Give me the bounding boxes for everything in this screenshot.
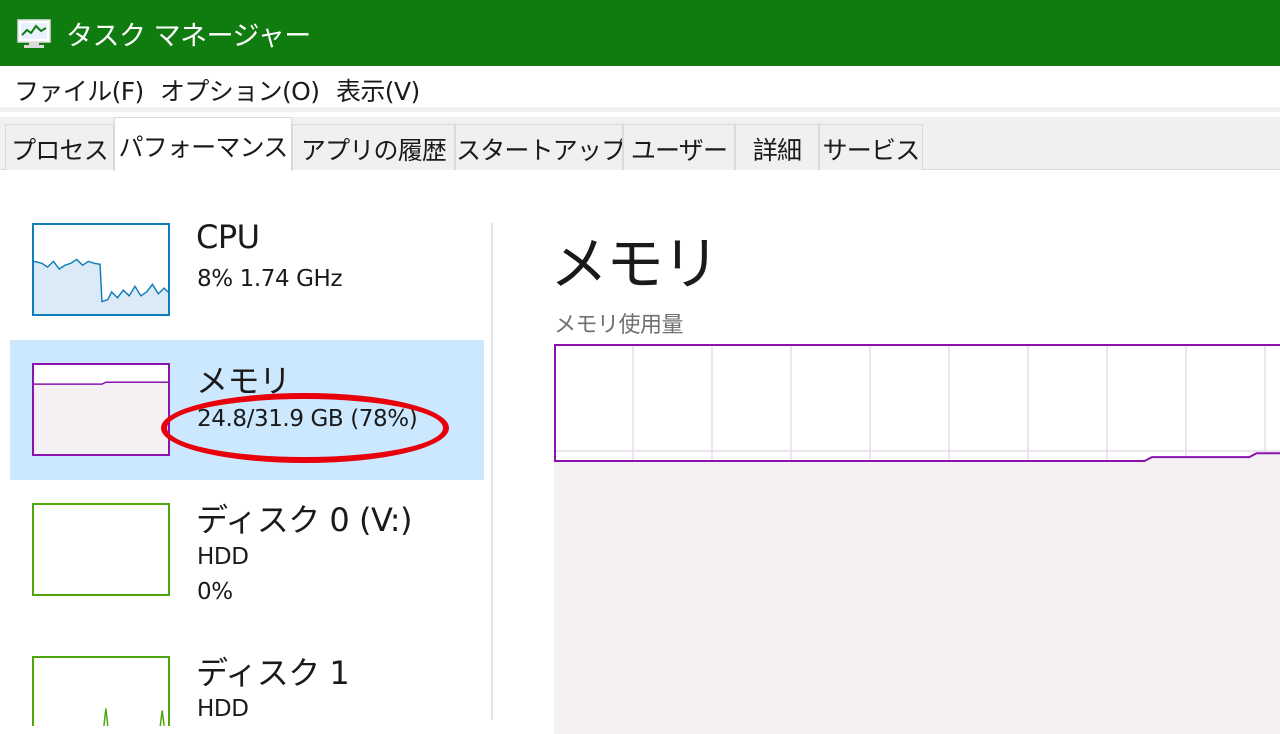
tab-performance[interactable]: パフォーマンス: [114, 117, 292, 171]
memory-usage-area: [554, 453, 1280, 734]
sidebar-item-cpu[interactable]: CPU 8% 1.74 GHz: [10, 204, 484, 344]
memory-usage-graph: [554, 344, 1280, 734]
memory-usage-caption: メモリ使用量: [554, 313, 684, 338]
disk-0-type: HDD: [197, 544, 249, 570]
window-title: タスク マネージャー: [66, 21, 311, 52]
cpu-usage-text: 8% 1.74 GHz: [197, 266, 343, 292]
menu-file[interactable]: ファイル(F): [14, 72, 144, 108]
menu-bar: ファイル(F) オプション(O) 表示(V): [0, 66, 1280, 112]
tab-startup[interactable]: スタートアップ: [455, 124, 623, 170]
disk-1-label: ディスク 1: [196, 654, 350, 692]
disk-0-usage: 0%: [197, 579, 233, 605]
title-bar: タスク マネージャー: [0, 0, 1280, 66]
tab-app-history[interactable]: アプリの履歴: [292, 124, 455, 170]
tab-services[interactable]: サービス: [819, 124, 923, 170]
tab-strip: プロセス パフォーマンス アプリの履歴 スタートアップ ユーザー 詳細 サービス: [0, 117, 1280, 171]
menu-view[interactable]: 表示(V): [336, 72, 420, 108]
tab-users[interactable]: ユーザー: [623, 124, 735, 170]
disk-0-thumbnail-graph: [32, 503, 170, 596]
disk-0-label: ディスク 0 (V:): [196, 501, 413, 539]
memory-thumbnail-graph: [32, 363, 170, 456]
sidebar-item-disk-0[interactable]: ディスク 0 (V:) HDD 0%: [10, 481, 484, 621]
performance-content: CPU 8% 1.74 GHz メモリ 24.8/31.9 GB (78%) デ…: [0, 171, 1280, 734]
cpu-thumbnail-graph: [32, 223, 170, 316]
cpu-label: CPU: [196, 218, 260, 256]
tab-details[interactable]: 詳細: [735, 124, 819, 170]
annotation-ellipse: [161, 393, 449, 463]
menu-options[interactable]: オプション(O): [160, 72, 320, 108]
sidebar-item-disk-1[interactable]: ディスク 1 HDD: [10, 634, 484, 726]
disk-1-type: HDD: [197, 696, 249, 722]
tab-processes[interactable]: プロセス: [5, 124, 114, 170]
panel-title: メモリ: [550, 230, 720, 298]
disk-1-thumbnail-graph: [32, 656, 170, 726]
sidebar-divider: [491, 223, 493, 720]
task-manager-icon: [17, 19, 51, 48]
